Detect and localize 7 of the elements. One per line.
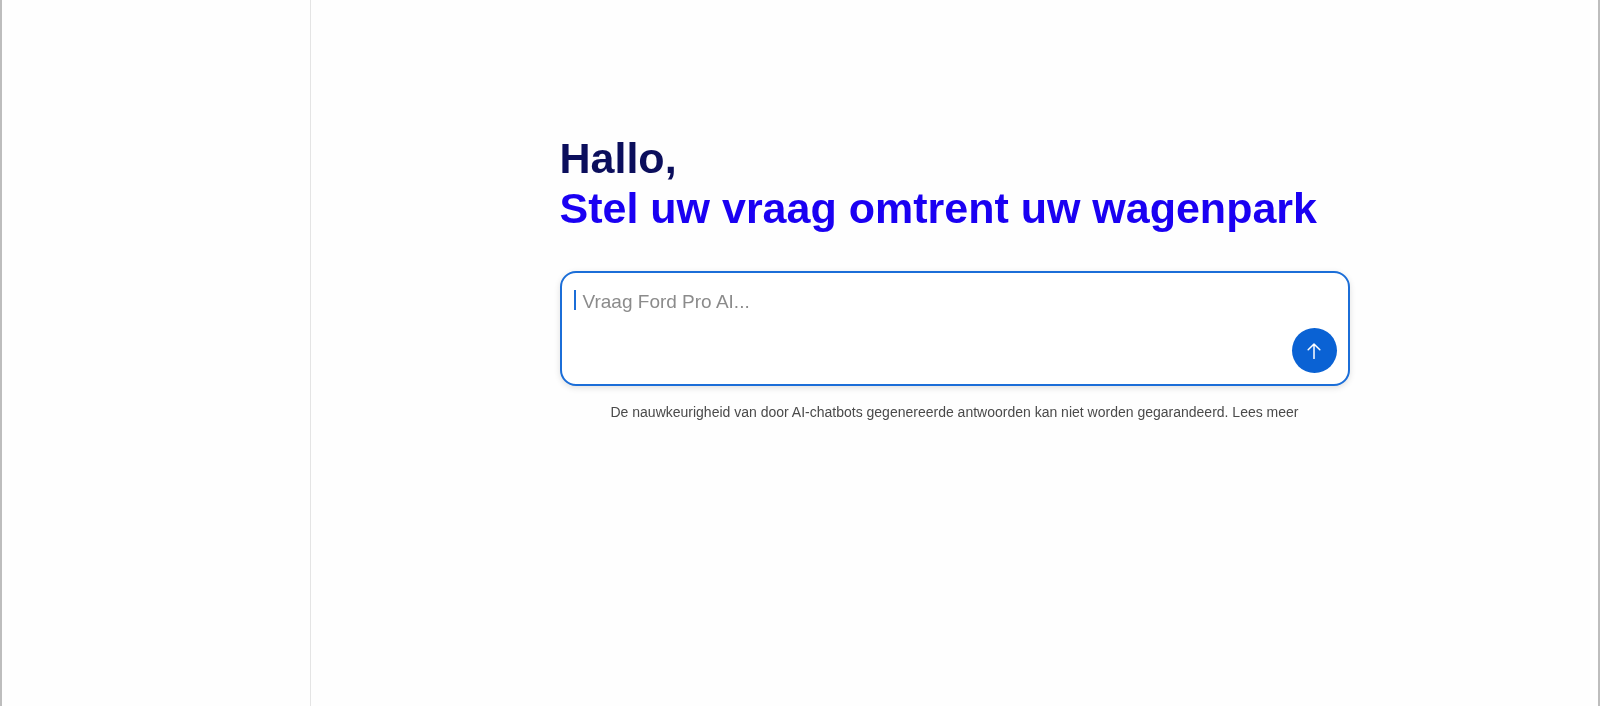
- question-heading: Stel uw vraag omtrent uw wagenpark: [559, 183, 1317, 233]
- read-more-link[interactable]: Lees meer: [1232, 404, 1299, 420]
- greeting-heading: Hallo,: [559, 133, 677, 183]
- text-cursor: [573, 290, 576, 310]
- arrow-up-icon: [1307, 342, 1321, 359]
- disclaimer-text: De nauwkeurigheid van door AI-chatbots gegenereerde antwoorden kan niet worden gegarandeerd. Lees meer: [610, 403, 1299, 422]
- chat-input-field[interactable]: Vraag Ford Pro AI...: [559, 271, 1350, 386]
